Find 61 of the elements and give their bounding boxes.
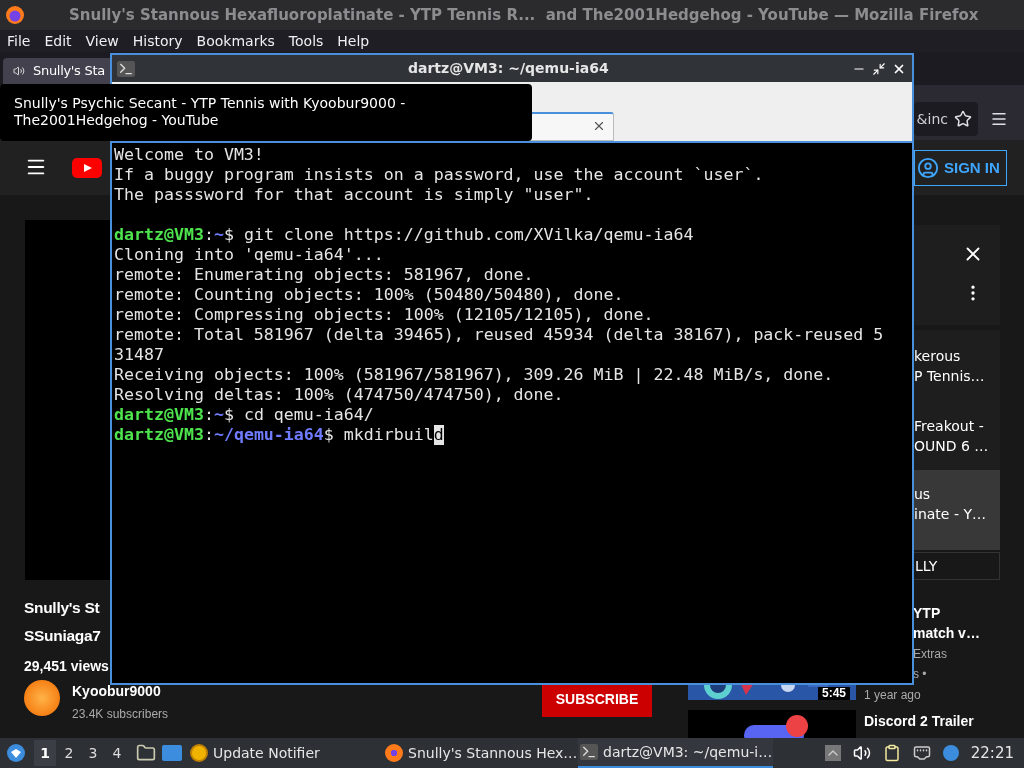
prompt-path: ~/qemu-ia64 bbox=[213, 425, 324, 445]
video-title[interactable]: Discord 2 Trailer bbox=[864, 711, 974, 732]
playlist-item[interactable]: kerous P Tennis… bbox=[912, 330, 1000, 400]
prompt-colon: : bbox=[203, 425, 214, 445]
playlist-label: LLY bbox=[912, 552, 1000, 580]
tooltip: Snully's Psychic Secant - YTP Tennis with Kyoobur9000 - The2001Hedgehog - YouTube bbox=[0, 84, 532, 141]
menu-item[interactable]: History bbox=[132, 30, 183, 52]
duration-badge: 5:45 bbox=[818, 687, 851, 700]
prompt-colon: : bbox=[203, 225, 214, 245]
channel-name[interactable]: Kyoobur9000 bbox=[72, 681, 169, 702]
terminal-line: remote: Enumerating objects: 581967, done. bbox=[114, 265, 534, 285]
terminal-line: remote: Counting objects: 100% (50480/50480), done. bbox=[114, 285, 624, 305]
menu-item[interactable]: Edit bbox=[44, 30, 72, 52]
workspace-button[interactable]: 3 bbox=[82, 740, 104, 766]
video-meta: s • bbox=[913, 666, 928, 683]
terminal-line: remote: Compressing objects: 100% (12105/12105), done. bbox=[114, 305, 654, 325]
subscriber-count: 23.4K subscribers bbox=[72, 706, 169, 723]
task-button[interactable]: Snully's Stannous Hex… bbox=[383, 738, 578, 768]
menu-item[interactable]: Help bbox=[337, 30, 370, 52]
terminal-line: Cloning into 'qemu-ia64'... bbox=[114, 245, 384, 265]
text-cursor: d bbox=[433, 425, 444, 445]
video-meta: Extras bbox=[913, 646, 948, 663]
video-title[interactable]: match v… bbox=[913, 623, 980, 643]
workspace-button[interactable]: 4 bbox=[106, 740, 128, 766]
terminal-line: The passsword for that account is simply "user". bbox=[114, 185, 594, 205]
video-title: Snully's St bbox=[24, 598, 100, 618]
task-button[interactable]: dartz@VM3: ~/qemu-i… bbox=[578, 738, 773, 768]
task-button[interactable]: Update Notifier bbox=[188, 738, 383, 768]
address-bar[interactable]: &inc bbox=[914, 102, 978, 136]
prompt-command: $ git clone https://github.com/XVilka/qemu-ia64 bbox=[223, 225, 694, 245]
menu-item[interactable]: Bookmarks bbox=[196, 30, 275, 52]
prompt-path: ~ bbox=[213, 405, 224, 425]
playlist-item[interactable]: us inate - Y… bbox=[912, 470, 1000, 550]
sign-in-button[interactable]: SIGN IN bbox=[914, 150, 1007, 186]
prompt-user: dartz@VM3 bbox=[114, 425, 204, 445]
prompt-user: dartz@VM3 bbox=[114, 405, 204, 425]
menu-item[interactable]: View bbox=[85, 30, 119, 52]
workspace-button[interactable]: 2 bbox=[58, 740, 80, 766]
window-title: dartz@VM3: ~/qemu-ia64 bbox=[408, 59, 609, 78]
window-title: Snully's Stannous Hexafluoroplatinate - YTP Tennis R... and The2001Hedgehog - YouTube — Mozilla Firefox bbox=[69, 4, 979, 26]
terminal-line: Welcome to VM3! bbox=[114, 145, 264, 165]
view-count: 29,451 views bbox=[24, 657, 109, 676]
terminal-line: remote: Total 581967 (delta 39465), reused 45934 (delta 38167), pack-reused 5 bbox=[114, 325, 884, 345]
terminal-line: If a buggy program insists on a password, use the account `user`. bbox=[114, 165, 764, 185]
prompt-command: $ mkdirbuil bbox=[323, 425, 434, 445]
prompt-command: $ cd qemu-ia64/ bbox=[223, 405, 374, 425]
terminal-line: 31487 bbox=[114, 345, 164, 365]
video-title: SSuniaga7 bbox=[24, 626, 101, 646]
playlist-item[interactable]: Freakout - OUND 6 … bbox=[912, 400, 1000, 470]
video-age: 1 year ago bbox=[864, 687, 921, 704]
prompt-colon: : bbox=[203, 405, 214, 425]
video-title[interactable]: YTP bbox=[913, 603, 980, 623]
workspace-button[interactable]: 1 bbox=[34, 740, 56, 766]
terminal-title-bar[interactable]: dartz@VM3: ~/qemu-ia64 bbox=[112, 55, 912, 82]
menu-item[interactable]: File bbox=[7, 30, 31, 52]
prompt-user: dartz@VM3 bbox=[114, 225, 204, 245]
terminal-line: Receiving objects: 100% (581967/581967), 309.26 MiB | 22.48 MiB/s, done. bbox=[114, 365, 834, 385]
clock: 22:21 bbox=[970, 742, 1014, 764]
prompt-path: ~ bbox=[213, 225, 224, 245]
terminal-line: Resolving deltas: 100% (474750/474750), done. bbox=[114, 385, 564, 405]
menu-item[interactable]: Tools bbox=[288, 30, 324, 52]
